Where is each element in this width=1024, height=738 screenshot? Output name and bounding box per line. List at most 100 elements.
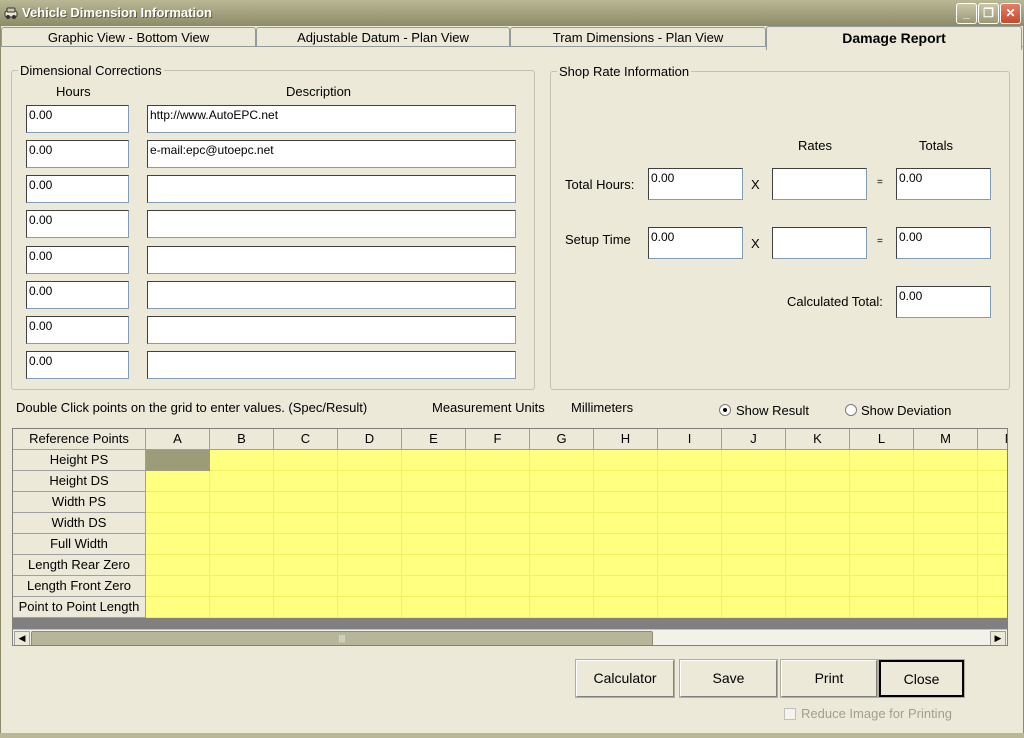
grid-cell[interactable] — [594, 534, 658, 555]
grid-cell[interactable] — [850, 471, 914, 492]
grid-cell[interactable] — [914, 471, 978, 492]
grid-cell[interactable] — [978, 597, 1007, 618]
grid-cell[interactable] — [402, 555, 466, 576]
grid-row-header[interactable]: Height DS — [13, 471, 146, 492]
grid-column-header[interactable]: A — [146, 429, 210, 450]
grid-row-header[interactable]: Width DS — [13, 513, 146, 534]
grid-cell[interactable] — [594, 555, 658, 576]
grid-cell[interactable] — [338, 513, 402, 534]
minimize-button[interactable]: _ — [956, 3, 977, 24]
grid-cell[interactable] — [338, 471, 402, 492]
hours-field-2[interactable]: 0.00 — [26, 140, 129, 168]
close-button[interactable]: Close — [878, 659, 965, 698]
grid-cell[interactable] — [210, 534, 274, 555]
grid-cell[interactable] — [402, 471, 466, 492]
grid-cell[interactable] — [914, 534, 978, 555]
grid-cell[interactable] — [338, 534, 402, 555]
grid-column-header[interactable]: F — [466, 429, 530, 450]
grid-cell[interactable] — [786, 576, 850, 597]
save-button[interactable]: Save — [679, 659, 778, 698]
grid-cell[interactable] — [658, 513, 722, 534]
grid-horizontal-scrollbar[interactable]: ◀ ||| ▶ — [13, 629, 1007, 645]
grid-cell[interactable] — [722, 471, 786, 492]
grid-cell[interactable] — [594, 492, 658, 513]
hours-field-3[interactable]: 0.00 — [26, 175, 129, 203]
calculator-button[interactable]: Calculator — [575, 659, 675, 698]
grid-column-header[interactable]: E — [402, 429, 466, 450]
grid-cell[interactable] — [786, 534, 850, 555]
total-hours-rate-field[interactable] — [772, 168, 867, 200]
grid-cell[interactable] — [978, 576, 1007, 597]
grid-cell[interactable] — [914, 555, 978, 576]
grid-row-header[interactable]: Height PS — [13, 450, 146, 471]
description-field-6[interactable] — [147, 281, 516, 309]
grid-cell[interactable] — [594, 576, 658, 597]
grid-column-header[interactable]: M — [914, 429, 978, 450]
grid-cell[interactable] — [274, 513, 338, 534]
grid-cell[interactable] — [978, 471, 1007, 492]
grid-cell[interactable] — [786, 450, 850, 471]
grid-cell[interactable] — [722, 513, 786, 534]
grid-cell[interactable] — [338, 555, 402, 576]
grid-cell[interactable] — [466, 450, 530, 471]
grid-cell[interactable] — [658, 597, 722, 618]
description-field-2[interactable]: e-mail:epc@utoepc.net — [147, 140, 516, 168]
grid-cell[interactable] — [146, 492, 210, 513]
grid-cell[interactable] — [850, 597, 914, 618]
hours-field-4[interactable]: 0.00 — [26, 210, 129, 238]
grid-cell[interactable] — [530, 513, 594, 534]
description-field-8[interactable] — [147, 351, 516, 379]
grid-column-header[interactable]: J — [722, 429, 786, 450]
grid-cell[interactable] — [466, 513, 530, 534]
description-field-3[interactable] — [147, 175, 516, 203]
grid-cell[interactable] — [146, 576, 210, 597]
grid-column-header[interactable]: N — [978, 429, 1007, 450]
grid-cell[interactable] — [146, 534, 210, 555]
scroll-thumb[interactable]: ||| — [31, 631, 653, 645]
grid-cell[interactable] — [274, 471, 338, 492]
grid-cell[interactable] — [530, 492, 594, 513]
scroll-left-arrow-icon[interactable]: ◀ — [14, 631, 30, 645]
grid-cell[interactable] — [722, 450, 786, 471]
calculated-total-field[interactable]: 0.00 — [896, 286, 991, 318]
grid-column-header[interactable]: G — [530, 429, 594, 450]
grid-cell[interactable] — [402, 492, 466, 513]
grid-cell[interactable] — [210, 555, 274, 576]
hours-field-7[interactable]: 0.00 — [26, 316, 129, 344]
grid-row-header[interactable]: Full Width — [13, 534, 146, 555]
scroll-right-arrow-icon[interactable]: ▶ — [990, 631, 1006, 645]
grid-cell[interactable] — [466, 597, 530, 618]
grid-cell[interactable] — [914, 597, 978, 618]
grid-cell[interactable] — [402, 597, 466, 618]
description-field-5[interactable] — [147, 246, 516, 274]
tab-tram-dimensions[interactable]: Tram Dimensions - Plan View — [510, 27, 766, 47]
grid-cell[interactable] — [850, 492, 914, 513]
grid-cell[interactable] — [850, 576, 914, 597]
description-field-4[interactable] — [147, 210, 516, 238]
hours-field-6[interactable]: 0.00 — [26, 281, 129, 309]
grid-cell[interactable] — [274, 450, 338, 471]
grid-cell[interactable] — [658, 576, 722, 597]
grid-row-header[interactable]: Length Front Zero — [13, 576, 146, 597]
grid-column-header[interactable]: I — [658, 429, 722, 450]
grid-cell[interactable] — [466, 492, 530, 513]
grid-cell[interactable] — [978, 513, 1007, 534]
grid-cell[interactable] — [402, 534, 466, 555]
grid-cell[interactable] — [850, 534, 914, 555]
grid-cell[interactable] — [402, 513, 466, 534]
grid-cell[interactable] — [594, 471, 658, 492]
grid-cell[interactable] — [274, 576, 338, 597]
grid-cell[interactable] — [466, 534, 530, 555]
grid-cell[interactable] — [530, 597, 594, 618]
grid-cell[interactable] — [786, 471, 850, 492]
show-result-label[interactable]: Show Result — [736, 403, 809, 418]
grid-cell[interactable] — [786, 513, 850, 534]
grid-cell[interactable] — [914, 513, 978, 534]
grid-cell[interactable] — [786, 555, 850, 576]
grid-cell[interactable] — [338, 597, 402, 618]
grid-cell[interactable] — [210, 492, 274, 513]
reduce-image-checkbox[interactable] — [784, 708, 796, 720]
hours-field-1[interactable]: 0.00 — [26, 105, 129, 133]
grid-cell[interactable] — [402, 576, 466, 597]
grid-cell[interactable] — [530, 471, 594, 492]
